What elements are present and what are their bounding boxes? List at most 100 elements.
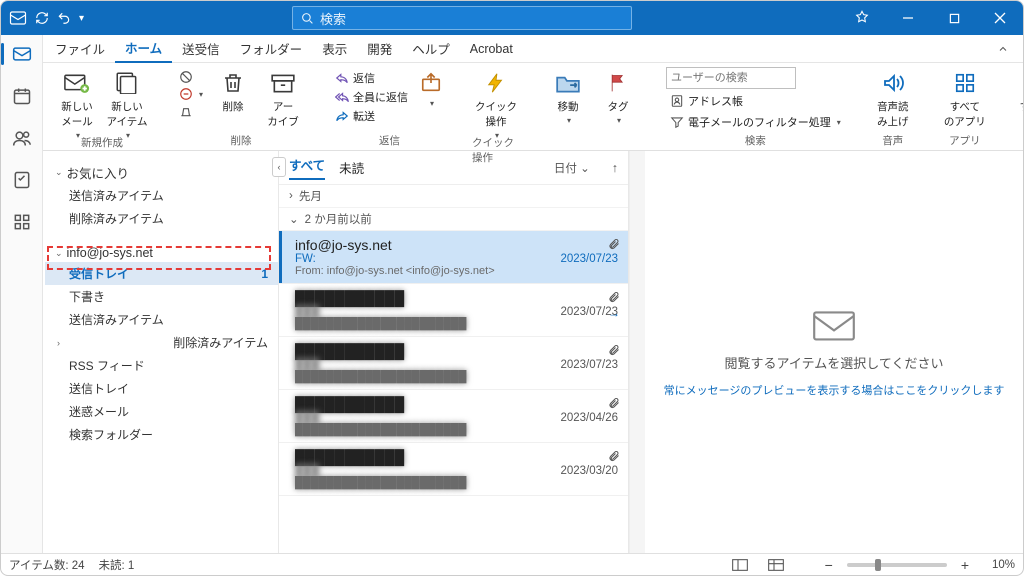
msg-preview: From: info@jo-sys.net <info@jo-sys.net> [295,265,618,277]
folder-pane: ⌄お気に入り 送信済みアイテム 削除済みアイテム ⌄info@jo-sys.ne… [45,151,279,553]
app-icon [9,9,27,27]
close-button[interactable] [977,1,1023,35]
qat-undo-icon[interactable] [57,11,71,25]
view-normal-button[interactable] [729,557,751,573]
new-items-button[interactable]: 新しい アイテム [103,67,151,142]
minimize-button[interactable] [885,1,931,35]
apps-icon [951,69,979,97]
all-apps-button[interactable]: すべて のアプリ [941,67,989,131]
reply-button[interactable]: 返信 [331,69,412,87]
message-item[interactable]: ███████████ ███2023/03/20 ██████████████… [279,443,628,496]
user-search-input[interactable] [666,67,796,89]
group-find: 検索 [745,131,766,148]
status-item-count: アイテム数: 24 [9,557,85,573]
menu-dev[interactable]: 開発 [357,35,402,62]
title-bar: ▾ 検索 [1,1,1023,35]
status-bar: アイテム数: 24 未読: 1 − + 10% [1,553,1023,575]
zoom-slider[interactable] [847,563,947,567]
tab-all[interactable]: すべて [289,155,325,180]
rail-tasks-icon[interactable] [9,167,35,193]
menu-folder[interactable]: フォルダー [230,35,313,62]
menu-help[interactable]: ヘルプ [402,35,460,62]
search-placeholder: 検索 [320,9,346,28]
msg-subject: FW: [295,253,316,265]
folder-inbox[interactable]: 受信トレイ1 [45,262,278,285]
message-item-selected[interactable]: info@jo-sys.net FW:2023/07/23 From: info… [279,231,628,284]
move-button[interactable]: 移動 [544,67,592,127]
message-item[interactable]: ███████████ ███2023/04/26 ██████████████… [279,390,628,443]
message-item[interactable]: → ███████████ ███2023/07/23 ████████████… [279,284,628,337]
attachment-icon [608,237,620,251]
favorites-header[interactable]: ⌄お気に入り [45,157,278,184]
message-item[interactable]: ███████████ ███2023/07/23 ██████████████… [279,337,628,390]
sort-by-button[interactable]: 日付 ⌄ [554,160,590,176]
group-delete: 削除 [231,131,252,148]
menu-acrobat[interactable]: Acrobat [460,38,523,60]
reading-pane: 閲覧するアイテムを選択してください 常にメッセージのプレビューを表示する場合はこ… [645,151,1023,553]
sort-direction-button[interactable]: ↑ [612,161,618,175]
message-list-pane: ‹ すべて 未読 日付 ⌄ ↑ ›先月 ⌄2 か月前以前 info@jo-sys… [279,151,629,553]
junk-button[interactable] [175,86,207,102]
filter-email-button[interactable]: 電子メールのフィルター処理 [666,113,845,131]
delete-button[interactable]: 削除 [209,67,257,116]
message-list-scrollbar[interactable] [629,151,645,553]
forward-button[interactable]: 転送 [331,107,412,125]
lightning-icon [482,69,510,97]
menu-file[interactable]: ファイル [45,35,115,62]
group-apps: アプリ [949,131,981,148]
reply-all-button[interactable]: 全員に返信 [331,88,412,106]
group-new: 新規作成 [81,133,123,150]
rail-mail-icon[interactable] [9,41,35,67]
cleanup-button[interactable] [175,103,207,119]
fav-deleted-items[interactable]: 削除済みアイテム [45,207,278,230]
msg-from: info@jo-sys.net [295,237,618,253]
global-search-input[interactable]: 検索 [292,6,632,30]
group-older[interactable]: ⌄2 か月前以前 [279,208,628,231]
read-aloud-button[interactable]: 音声読 み上げ [869,67,917,131]
group-prev-month[interactable]: ›先月 [279,185,628,208]
attachment-icon [608,290,620,304]
coming-soon-icon[interactable] [839,1,885,35]
collapse-nav-button[interactable]: ‹ [272,157,286,177]
quick-steps-button[interactable]: クイック 操作 [472,67,520,142]
share-button[interactable] [414,67,448,110]
tag-button[interactable]: タグ [594,67,642,127]
share-icon [417,69,445,97]
send-receive-all-button[interactable]: すべてのフォルダー を送受信 [1013,67,1024,146]
folder-search[interactable]: 検索フォルダー [45,423,278,446]
ribbon-collapse-icon[interactable] [987,39,1023,59]
folder-sent[interactable]: 送信済みアイテム [45,308,278,331]
new-mail-button[interactable]: 新しい メール [53,67,101,142]
zoom-out-button[interactable]: − [825,557,833,573]
tab-unread[interactable]: 未読 [339,158,364,177]
menu-view[interactable]: 表示 [312,35,357,62]
menu-home[interactable]: ホーム [115,34,172,63]
rail-more-icon[interactable] [9,209,35,235]
folder-junk[interactable]: 迷惑メール [45,400,278,423]
fav-sent-items[interactable]: 送信済みアイテム [45,184,278,207]
zoom-level: 10% [983,559,1015,571]
menu-sendreceive[interactable]: 送受信 [172,35,230,62]
archive-button[interactable]: アー カイブ [259,67,307,131]
qat-sync-icon[interactable] [35,11,49,25]
reading-preview-link[interactable]: 常にメッセージのプレビューを表示する場合はここをクリックします [664,382,1005,398]
folder-outbox[interactable]: 送信トレイ [45,377,278,400]
view-reading-button[interactable] [765,557,787,573]
reading-empty-text: 閲覧するアイテムを選択してください [725,353,944,372]
folder-drafts[interactable]: 下書き [45,285,278,308]
zoom-in-button[interactable]: + [961,557,969,573]
qat-more-icon[interactable]: ▾ [79,13,84,24]
maximize-button[interactable] [931,1,977,35]
read-aloud-icon [879,69,907,97]
new-items-icon [113,69,141,97]
attachment-icon [608,343,620,357]
ignore-button[interactable] [175,69,207,85]
group-reply: 返信 [379,131,400,148]
address-book-button[interactable]: アドレス帳 [666,92,845,110]
account-header[interactable]: ⌄info@jo-sys.net [45,240,278,262]
rail-people-icon[interactable] [9,125,35,151]
rail-calendar-icon[interactable] [9,83,35,109]
folder-move-icon [554,69,582,97]
folder-deleted[interactable]: ›削除済みアイテム [45,331,278,354]
folder-rss[interactable]: RSS フィード [45,354,278,377]
